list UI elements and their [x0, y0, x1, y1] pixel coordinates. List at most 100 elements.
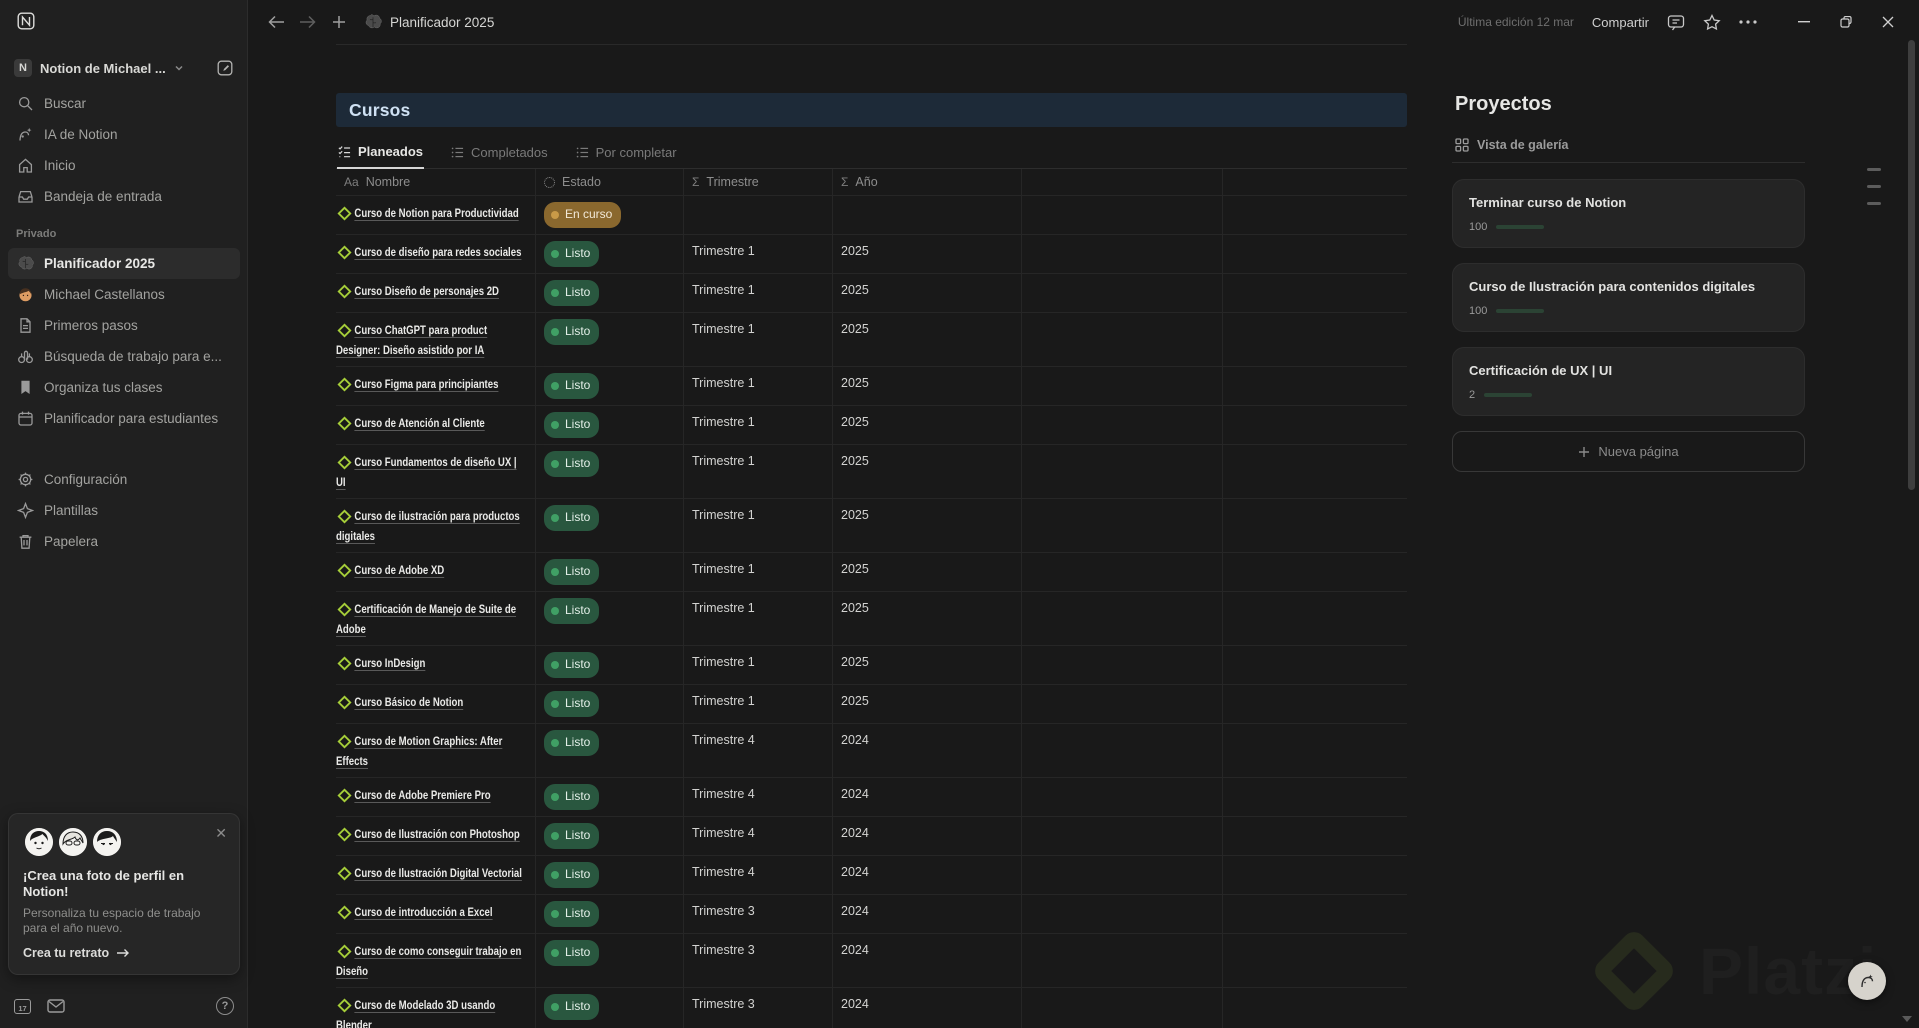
gallery-view-tab[interactable]: Vista de galería: [1452, 138, 1805, 152]
trimestre-cell[interactable]: Trimestre 4: [684, 856, 833, 895]
sidebar-page-b-squeda-de-trabajo-para-e[interactable]: Búsqueda de trabajo para e...: [8, 341, 240, 372]
table-row[interactable]: Curso de como conseguir trabajo en Diseñ…: [336, 934, 1407, 988]
calendar-app-icon[interactable]: 17: [14, 998, 31, 1014]
status-badge[interactable]: Listo: [544, 280, 600, 306]
column-header-estado[interactable]: Estado: [536, 169, 684, 196]
anio-cell[interactable]: 2025: [833, 406, 1022, 445]
status-badge[interactable]: Listo: [544, 862, 600, 888]
course-title-link[interactable]: Curso Diseño de personajes 2D: [336, 281, 533, 301]
course-name-cell[interactable]: Curso de diseño para redes sociales: [336, 235, 536, 274]
new-page-compose-icon[interactable]: [216, 59, 234, 77]
share-button[interactable]: Compartir: [1592, 15, 1649, 30]
course-name-cell[interactable]: Curso de Ilustración Digital Vectorial: [336, 856, 536, 895]
table-row[interactable]: Curso Fundamentos de diseño UX | UI Listo…: [336, 445, 1407, 499]
course-name-cell[interactable]: Curso de Ilustración con Photoshop: [336, 817, 536, 856]
column-header-trimestre[interactable]: Σ Trimestre: [684, 169, 833, 196]
status-cell[interactable]: Listo: [536, 313, 684, 367]
notion-ai-button[interactable]: [1848, 962, 1886, 1000]
anio-cell[interactable]: 2025: [833, 274, 1022, 313]
close-window-button[interactable]: [1867, 7, 1909, 37]
status-cell[interactable]: Listo: [536, 553, 684, 592]
trimestre-cell[interactable]: Trimestre 1: [684, 235, 833, 274]
scroll-down-arrow-icon[interactable]: [1902, 1016, 1912, 1022]
table-row[interactable]: Curso Básico de Notion Listo Trimestre 1 20…: [336, 685, 1407, 724]
course-title-link[interactable]: Curso de Ilustración con Photoshop: [336, 824, 533, 844]
anio-cell[interactable]: 2025: [833, 685, 1022, 724]
course-name-cell[interactable]: Curso de Adobe XD: [336, 553, 536, 592]
course-name-cell[interactable]: Curso Fundamentos de diseño UX | UI: [336, 445, 536, 499]
trimestre-cell[interactable]: Trimestre 1: [684, 553, 833, 592]
comments-icon[interactable]: [1667, 14, 1685, 31]
sidebar-item-plantillas[interactable]: Plantillas: [8, 495, 240, 526]
trimestre-cell[interactable]: Trimestre 1: [684, 685, 833, 724]
nav-back-icon[interactable]: [264, 11, 289, 33]
trimestre-cell[interactable]: Trimestre 1: [684, 274, 833, 313]
course-name-cell[interactable]: Certificación de Manejo de Suite de Adob…: [336, 592, 536, 646]
create-portrait-link[interactable]: Crea tu retrato: [23, 946, 225, 960]
course-name-cell[interactable]: Curso de Motion Graphics: After Effects: [336, 724, 536, 778]
table-row[interactable]: Curso de Ilustración Digital Vectorial Li…: [336, 856, 1407, 895]
table-row[interactable]: Curso de introducción a Excel Listo Trimes…: [336, 895, 1407, 934]
course-title-link[interactable]: Curso de Ilustración Digital Vectorial: [336, 863, 533, 883]
anio-cell[interactable]: 2024: [833, 895, 1022, 934]
table-row[interactable]: Curso de Notion para Productividad En cur…: [336, 196, 1407, 235]
course-title-link[interactable]: Curso de Notion para Productividad: [336, 203, 533, 223]
status-badge[interactable]: Listo: [544, 373, 600, 399]
table-row[interactable]: Curso de diseño para redes sociales Listo…: [336, 235, 1407, 274]
course-name-cell[interactable]: Curso de introducción a Excel: [336, 895, 536, 934]
column-header-nombre[interactable]: Aa Nombre: [336, 169, 536, 196]
table-row[interactable]: Curso de ilustración para productos digi…: [336, 499, 1407, 553]
status-cell[interactable]: Listo: [536, 685, 684, 724]
sidebar-page-planificador-2025[interactable]: Planificador 2025: [8, 248, 240, 279]
course-name-cell[interactable]: Curso de como conseguir trabajo en Diseñ…: [336, 934, 536, 988]
status-cell[interactable]: Listo: [536, 856, 684, 895]
status-cell[interactable]: Listo: [536, 592, 684, 646]
status-cell[interactable]: Listo: [536, 235, 684, 274]
anio-cell[interactable]: 2025: [833, 367, 1022, 406]
status-cell[interactable]: Listo: [536, 934, 684, 988]
tab-planeados[interactable]: Planeados: [337, 140, 425, 169]
mail-app-icon[interactable]: [47, 999, 65, 1013]
trimestre-cell[interactable]: Trimestre 1: [684, 367, 833, 406]
status-cell[interactable]: Listo: [536, 499, 684, 553]
course-title-link[interactable]: Curso de Modelado 3D usando Blender: [336, 995, 533, 1028]
table-row[interactable]: Curso Diseño de personajes 2D Listo Trimes…: [336, 274, 1407, 313]
course-name-cell[interactable]: Curso Diseño de personajes 2D: [336, 274, 536, 313]
anio-cell[interactable]: 2024: [833, 856, 1022, 895]
course-name-cell[interactable]: Curso InDesign: [336, 646, 536, 685]
trimestre-cell[interactable]: Trimestre 1: [684, 445, 833, 499]
status-cell[interactable]: Listo: [536, 445, 684, 499]
status-cell[interactable]: Listo: [536, 778, 684, 817]
table-row[interactable]: Curso de Adobe XD Listo Trimestre 1 2025: [336, 553, 1407, 592]
trimestre-cell[interactable]: Trimestre 1: [684, 592, 833, 646]
workspace-switcher[interactable]: N Notion de Michael ...: [8, 54, 240, 82]
tab-completados[interactable]: Completados: [450, 140, 549, 168]
sidebar-item-inicio[interactable]: Inicio: [8, 150, 240, 181]
course-title-link[interactable]: Curso Fundamentos de diseño UX | UI: [336, 452, 533, 492]
status-badge[interactable]: Listo: [544, 730, 600, 756]
course-title-link[interactable]: Curso de Atención al Cliente: [336, 413, 533, 433]
course-name-cell[interactable]: Curso Figma para principiantes: [336, 367, 536, 406]
trimestre-cell[interactable]: Trimestre 1: [684, 646, 833, 685]
more-options-icon[interactable]: [1739, 20, 1757, 24]
status-badge[interactable]: Listo: [544, 691, 600, 717]
table-row[interactable]: Curso de Modelado 3D usando Blender Listo…: [336, 988, 1407, 1028]
table-row[interactable]: Curso InDesign Listo Trimestre 1 2025: [336, 646, 1407, 685]
sidebar-item-papelera[interactable]: Papelera: [8, 526, 240, 557]
tab-por-completar[interactable]: Por completar: [575, 140, 678, 168]
course-title-link[interactable]: Curso de Motion Graphics: After Effects: [336, 731, 533, 771]
status-cell[interactable]: Listo: [536, 988, 684, 1028]
breadcrumb[interactable]: Planificador 2025: [364, 13, 494, 31]
course-title-link[interactable]: Curso de como conseguir trabajo en Diseñ…: [336, 941, 533, 981]
trimestre-cell[interactable]: Trimestre 3: [684, 988, 833, 1028]
course-name-cell[interactable]: Curso de Modelado 3D usando Blender: [336, 988, 536, 1028]
anio-cell[interactable]: 2025: [833, 646, 1022, 685]
vertical-scrollbar[interactable]: [1908, 40, 1915, 490]
anio-cell[interactable]: 2025: [833, 592, 1022, 646]
status-cell[interactable]: Listo: [536, 367, 684, 406]
sidebar-page-planificador-para-estudiantes[interactable]: Planificador para estudiantes: [8, 403, 240, 434]
trimestre-cell[interactable]: Trimestre 1: [684, 499, 833, 553]
status-cell[interactable]: Listo: [536, 646, 684, 685]
course-title-link[interactable]: Curso ChatGPT para product Designer: Dis…: [336, 320, 533, 360]
course-title-link[interactable]: Certificación de Manejo de Suite de Adob…: [336, 599, 533, 639]
